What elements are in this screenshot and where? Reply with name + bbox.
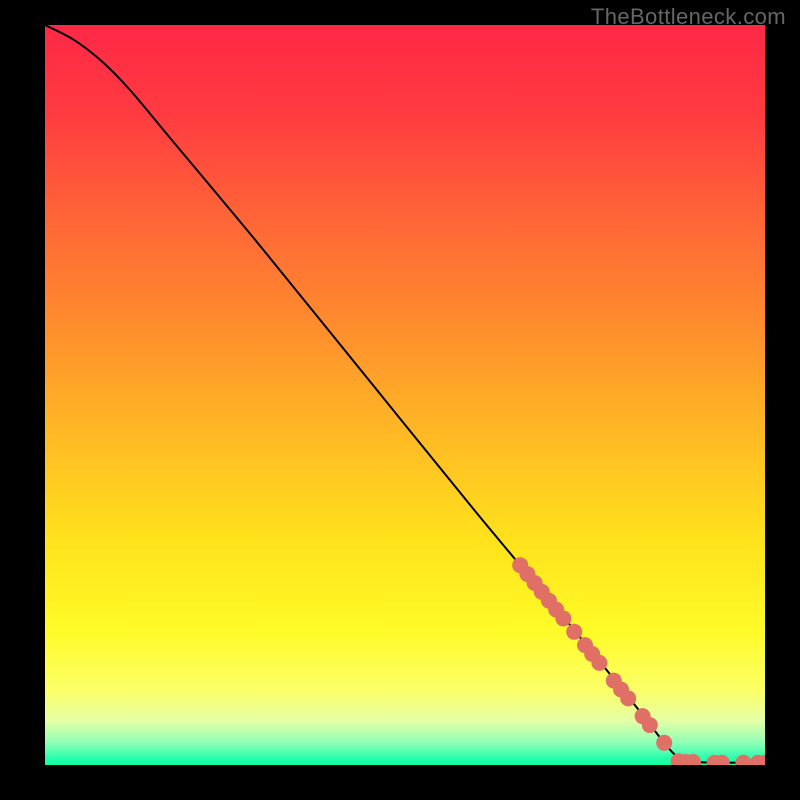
data-marker [566,624,582,640]
plot-area [45,25,765,765]
data-marker [620,690,636,706]
data-marker [642,717,658,733]
chart-svg [45,25,765,765]
chart-frame: TheBottleneck.com [0,0,800,800]
gradient-background [45,25,765,765]
data-marker [656,735,672,751]
data-marker [591,655,607,671]
data-marker [555,610,571,626]
attribution-text: TheBottleneck.com [591,4,786,30]
